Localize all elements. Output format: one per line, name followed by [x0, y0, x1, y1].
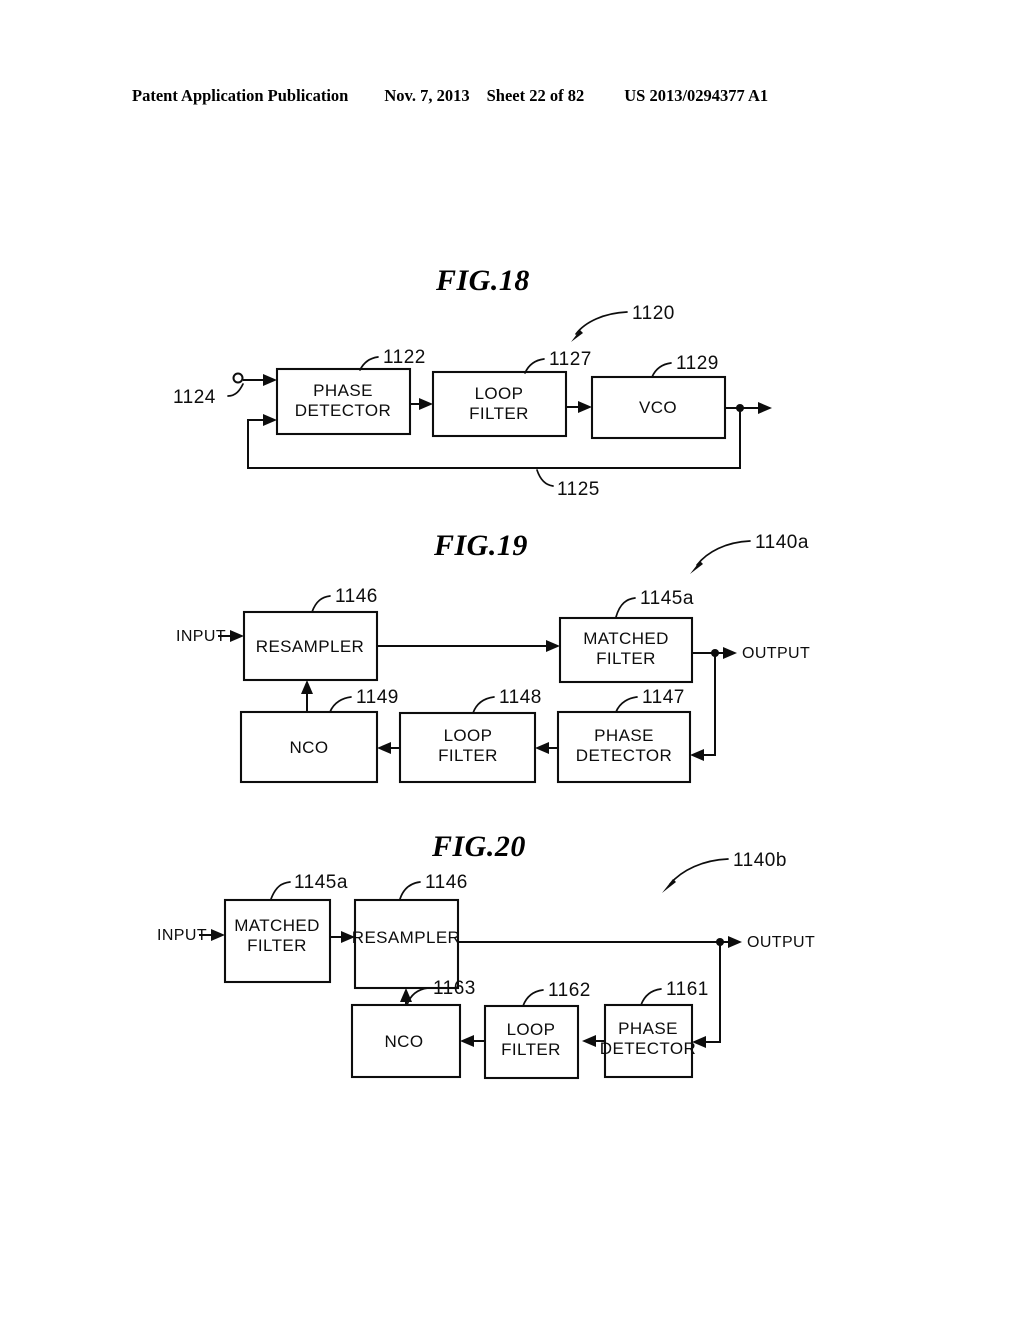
fig19-arrow-nco-to-resampler: [301, 680, 313, 694]
fig20-input-arrowhead: [211, 929, 225, 941]
fig18-ref-1122: 1122: [383, 347, 426, 368]
fig19-matched-filter-label-line1: MATCHED: [583, 629, 669, 648]
fig18-ref-1127-leader: [524, 358, 545, 374]
fig20-ref-1145a-leader: [270, 881, 291, 900]
figure-20: FIG.20 1140b INPUT 1145a MATCHED FILTER …: [0, 820, 1024, 1120]
figure-19-diagram: 1140a INPUT 1146 RESAMPLER 1145a MATCHED…: [176, 532, 810, 784]
fig19-ref-1145a-leader: [615, 597, 636, 618]
fig19-output-label: OUTPUT: [742, 645, 810, 662]
fig18-ref-1125-leader: [536, 469, 554, 487]
fig19-matched-filter-label-line2: FILTER: [596, 649, 656, 668]
fig20-arrow-pd-to-loopfilter: [582, 1035, 596, 1047]
fig18-ref-1125: 1125: [557, 479, 600, 500]
fig19-arrow-pd-to-loopfilter: [535, 742, 549, 754]
fig19-ref-1149-leader: [329, 696, 352, 713]
fig20-system-ref-arrowhead: [662, 879, 676, 893]
fig18-arrow-pd-to-loopfilter: [419, 398, 433, 410]
fig20-phase-detector-label-line1: PHASE: [618, 1019, 678, 1038]
fig20-loop-filter-label-line1: LOOP: [507, 1020, 556, 1039]
fig20-ref-1146: 1146: [425, 872, 468, 893]
fig19-phase-detector-label-line1: PHASE: [594, 726, 654, 745]
fig19-ref-1147-leader: [615, 696, 638, 713]
fig18-system-ref-leader: [575, 311, 628, 335]
fig18-phase-detector-label-line1: PHASE: [313, 381, 373, 400]
fig18-output-arrowhead: [758, 402, 772, 414]
fig18-arrow-loopfilter-to-vco: [578, 401, 592, 413]
fig19-input-arrowhead: [230, 630, 244, 642]
fig20-resampler-label: RESAMPLER: [352, 928, 460, 947]
fig20-ref-1146-leader: [399, 881, 421, 900]
fig19-ref-1146: 1146: [335, 586, 378, 607]
fig20-loop-filter-label-line2: FILTER: [501, 1040, 561, 1059]
fig19-system-ref-arrowhead: [690, 561, 703, 574]
fig18-loop-filter-label-line1: LOOP: [475, 384, 524, 403]
fig18-loop-filter-label-line2: FILTER: [469, 404, 529, 423]
fig19-ref-1149: 1149: [356, 687, 399, 708]
fig19-system-ref-leader: [696, 540, 751, 566]
fig20-ref-1145a: 1145a: [294, 872, 348, 893]
fig19-ref-1146-leader: [311, 595, 331, 613]
fig20-system-ref-leader: [669, 858, 729, 885]
fig18-input-arrowhead: [263, 374, 277, 386]
fig20-ref-1161-leader: [640, 988, 662, 1006]
figure-18-diagram: 1120 1124 1122 PHASE DETECTOR 1127 LOOP …: [173, 303, 772, 500]
fig19-feedback-arrowhead: [690, 749, 704, 761]
fig18-input-terminal-leader: [227, 383, 244, 397]
fig19-loop-filter-label-line1: LOOP: [444, 726, 493, 745]
fig20-matched-filter-label-line2: FILTER: [247, 936, 307, 955]
fig20-ref-1162: 1162: [548, 980, 591, 1001]
fig20-ref-1163: 1163: [433, 978, 476, 999]
fig19-ref-1148: 1148: [499, 687, 542, 708]
fig19-output-arrowhead: [723, 647, 737, 659]
figure-18: FIG.18 1120 1124 1122 PHASE DETECTOR 112…: [0, 0, 1024, 520]
fig20-output-arrowhead: [728, 936, 742, 948]
fig20-arrow-nco-to-resampler: [400, 988, 412, 1002]
fig18-vco-label: VCO: [639, 398, 677, 417]
fig18-phase-detector-label-line2: DETECTOR: [295, 401, 391, 420]
fig20-nco-label: NCO: [385, 1032, 424, 1051]
fig19-system-ref-1140a: 1140a: [755, 532, 809, 553]
fig18-input-terminal-circle: [232, 372, 244, 384]
fig19-resampler-label: RESAMPLER: [256, 637, 364, 656]
fig19-loop-filter-label-line2: FILTER: [438, 746, 498, 765]
fig20-matched-filter-label-line1: MATCHED: [234, 916, 320, 935]
fig20-phase-detector-label-line2: DETECTOR: [600, 1039, 696, 1058]
fig18-input-ref-1124: 1124: [173, 387, 216, 408]
fig18-feedback-arrowhead: [263, 414, 277, 426]
figure-20-diagram: 1140b INPUT 1145a MATCHED FILTER 1146 RE…: [157, 850, 815, 1080]
fig18-ref-1129: 1129: [676, 353, 719, 374]
fig19-ref-1147: 1147: [642, 687, 685, 708]
fig19-nco-label: NCO: [290, 738, 329, 757]
fig19-ref-1148-leader: [472, 696, 495, 714]
fig20-arrow-loopfilter-to-nco: [460, 1035, 474, 1047]
figure-19: FIG.19 1140a INPUT 1146 RESAMPLER 1145a …: [0, 520, 1024, 820]
fig18-system-ref-1120: 1120: [632, 303, 675, 324]
fig19-arrow-loopfilter-to-nco: [377, 742, 391, 754]
fig20-ref-1162-leader: [522, 989, 544, 1007]
fig19-ref-1145a: 1145a: [640, 588, 694, 609]
fig19-arrow-resampler-to-matchedfilter: [546, 640, 560, 652]
fig19-phase-detector-label-line2: DETECTOR: [576, 746, 672, 765]
fig20-ref-1161: 1161: [666, 979, 709, 1000]
fig20-system-ref-1140b: 1140b: [733, 850, 787, 871]
fig20-ref-1163-leader: [406, 987, 429, 1006]
fig18-ref-1129-leader: [651, 362, 672, 378]
fig18-ref-1127: 1127: [549, 349, 592, 370]
fig20-output-label: OUTPUT: [747, 934, 815, 951]
